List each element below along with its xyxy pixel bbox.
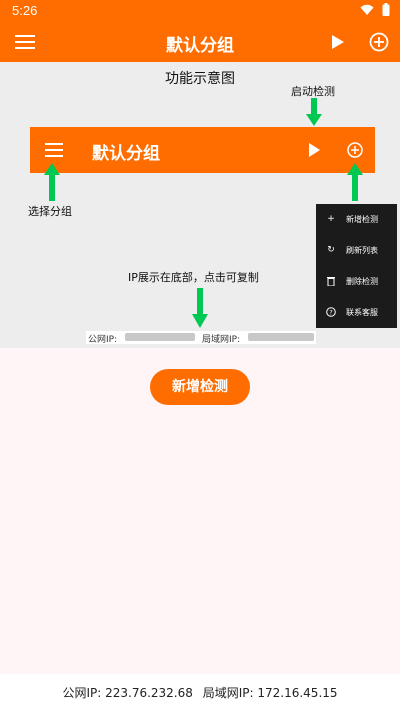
arrow-down-icon <box>192 288 208 328</box>
demo-toolbar: 默认分组 <box>30 127 375 173</box>
add-circle-icon <box>347 142 363 158</box>
wifi-icon <box>360 4 374 15</box>
menu-item-label: 删除检测 <box>346 277 378 286</box>
battery-icon <box>382 3 390 16</box>
menu-item-refresh: ↻ 刷新列表 <box>316 235 397 266</box>
start-label: 启动检测 <box>291 85 335 98</box>
blurred-ip <box>248 333 314 341</box>
status-icons <box>360 3 390 16</box>
add-circle-icon[interactable] <box>368 31 390 53</box>
help-icon: ? <box>326 307 336 317</box>
plus-icon: + <box>327 214 335 224</box>
arrow-up-icon <box>44 163 60 201</box>
menu-item-delete: 删除检测 <box>316 266 397 297</box>
menu-icon <box>45 143 63 157</box>
play-icon[interactable] <box>326 32 348 52</box>
add-detection-button[interactable]: 新增检测 <box>150 369 250 405</box>
app-bar: 默认分组 <box>0 22 400 62</box>
menu-item-add: + 新增检测 <box>316 204 397 235</box>
menu-item-label: 新增检测 <box>346 215 378 224</box>
trash-icon <box>326 276 336 287</box>
ip-hint-label: IP展示在底部，点击可复制 <box>128 271 259 284</box>
arrow-up-icon <box>347 163 363 201</box>
status-bar: 5:26 <box>0 0 400 22</box>
main-content: 新增检测 <box>0 348 400 674</box>
public-ip-label: 公网IP: <box>88 335 118 345</box>
demo-toolbar-title: 默认分组 <box>92 144 160 164</box>
menu-item-label: 刷新列表 <box>346 246 378 255</box>
status-time: 5:26 <box>12 3 38 18</box>
public-ip-text[interactable]: 公网IP: 223.76.232.68 <box>62 686 192 700</box>
play-icon <box>309 143 320 157</box>
feature-illustration: 功能示意图 启动检测 默认分组 选择分组 + 新增检测 ↻ 刷新列表 删除检测 … <box>0 62 400 348</box>
menu-item-help: ? 联系客服 <box>316 297 397 328</box>
menu-item-label: 联系客服 <box>346 308 378 317</box>
arrow-down-icon <box>306 98 322 126</box>
lan-ip-label: 局域网IP: <box>202 335 241 345</box>
blurred-ip <box>125 333 195 341</box>
select-group-label: 选择分组 <box>28 205 72 218</box>
refresh-icon: ↻ <box>327 245 335 255</box>
demo-popup-menu: + 新增检测 ↻ 刷新列表 删除检测 ? 联系客服 <box>316 204 397 328</box>
svg-text:?: ? <box>329 309 332 317</box>
demo-ip-strip: 公网IP: 局域网IP: <box>86 331 316 345</box>
lan-ip-text[interactable]: 局域网IP: 172.16.45.15 <box>203 686 338 700</box>
ip-footer[interactable]: 公网IP: 223.76.232.68 局域网IP: 172.16.45.15 <box>0 674 400 712</box>
illustration-title: 功能示意图 <box>165 71 235 87</box>
